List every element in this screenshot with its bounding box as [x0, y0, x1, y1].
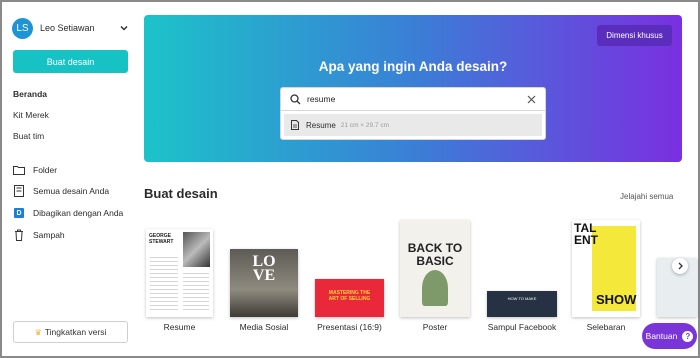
chevron-down-icon[interactable]	[118, 22, 130, 34]
shared-badge: D	[14, 208, 24, 218]
love-letter: V	[252, 267, 265, 284]
nav-shared[interactable]: D Dibagikan dengan Anda	[13, 207, 123, 219]
suggestion-item[interactable]: Resume 21 cm × 29.7 cm	[284, 114, 542, 136]
love-letter: E	[264, 267, 276, 284]
search-box[interactable]	[280, 87, 546, 111]
resume-thumbnail: GEORGE STEWART	[146, 229, 213, 317]
social-media-thumbnail: LO VE	[230, 249, 298, 317]
nav-folder-label: Folder	[33, 165, 58, 175]
chevron-right-icon	[678, 262, 683, 270]
poster-title-line: BASIC	[416, 254, 454, 268]
help-button[interactable]: Bantuan ?	[642, 323, 697, 349]
explore-all-link[interactable]: Jelajahi semua	[620, 192, 673, 201]
search-suggestions: Resume 21 cm × 29.7 cm	[280, 111, 546, 140]
flyer-headline-top: TALENT	[574, 221, 598, 247]
card-label-facebook-cover: Sampul Facebook	[487, 322, 557, 332]
card-label-flyer: Selebaran	[586, 322, 626, 332]
upgrade-button[interactable]: ♛ Tingkatkan versi	[13, 321, 128, 343]
nav-folder[interactable]: Folder	[13, 164, 57, 176]
nav-home[interactable]: Beranda	[13, 89, 47, 99]
nav-trash[interactable]: Sampah	[13, 229, 65, 241]
profile-name: Leo Setiawan	[40, 23, 95, 33]
suggestion-label: Resume	[306, 120, 336, 130]
flyer-headline-bottom: SHOW	[596, 292, 637, 307]
card-label-social-media: Media Sosial	[239, 322, 289, 332]
close-icon[interactable]	[527, 95, 536, 104]
hero-title: Apa yang ingin Anda desain?	[318, 59, 508, 74]
help-label: Bantuan	[645, 331, 678, 341]
designs-icon	[13, 185, 25, 197]
carousel-next-button[interactable]	[672, 258, 688, 274]
resume-text-lines	[150, 257, 178, 313]
search-input[interactable]	[307, 94, 527, 104]
upgrade-label: Tingkatkan versi	[44, 327, 107, 337]
sidebar: LS Leo Setiawan Buat desain Beranda Kit …	[2, 2, 138, 356]
flyer-thumbnail: TALENT SHOW	[572, 220, 640, 317]
nav-all-designs[interactable]: Semua desain Anda	[13, 185, 109, 197]
section-title: Buat desain	[144, 186, 218, 201]
nav-trash-label: Sampah	[33, 230, 65, 240]
nav-create-team[interactable]: Buat tim	[13, 131, 44, 141]
hero-banner: Dimensi khusus Apa yang ingin Anda desai…	[144, 15, 682, 162]
resume-text-lines	[183, 273, 209, 313]
avatar: LS	[12, 17, 33, 39]
poster-plant-illustration	[422, 270, 448, 306]
custom-size-button[interactable]: Dimensi khusus	[597, 25, 672, 46]
card-label-presentation: Presentasi (16:9)	[317, 322, 382, 332]
resume-photo	[183, 232, 210, 267]
suggestion-dimensions: 21 cm × 29.7 cm	[340, 121, 390, 129]
shared-icon: D	[13, 207, 25, 219]
trash-icon	[13, 229, 25, 241]
presentation-title-line: ART OF SELLING	[328, 296, 371, 302]
facebook-cover-thumbnail: HOW TO MAKE	[487, 291, 557, 317]
card-label-resume: Resume	[163, 322, 196, 332]
profile-menu[interactable]: LS Leo Setiawan	[12, 17, 130, 39]
create-design-button[interactable]: Buat desain	[13, 50, 128, 73]
nav-all-designs-label: Semua desain Anda	[33, 186, 110, 196]
presentation-thumbnail: MASTERING THE ART OF SELLING	[315, 279, 384, 317]
facebook-cover-text: HOW TO MAKE	[507, 296, 537, 301]
poster-thumbnail: BACK TO BASIC	[400, 220, 470, 317]
nav-brand-kit[interactable]: Kit Merek	[13, 110, 49, 120]
crown-icon: ♛	[34, 327, 42, 337]
search-icon	[290, 93, 301, 104]
question-icon: ?	[682, 330, 694, 342]
nav-shared-label: Dibagikan dengan Anda	[33, 208, 124, 218]
folder-icon	[13, 164, 25, 176]
card-label-poster: Poster	[422, 322, 448, 332]
resume-name-last: STEWART	[149, 239, 174, 245]
document-icon	[291, 120, 299, 130]
